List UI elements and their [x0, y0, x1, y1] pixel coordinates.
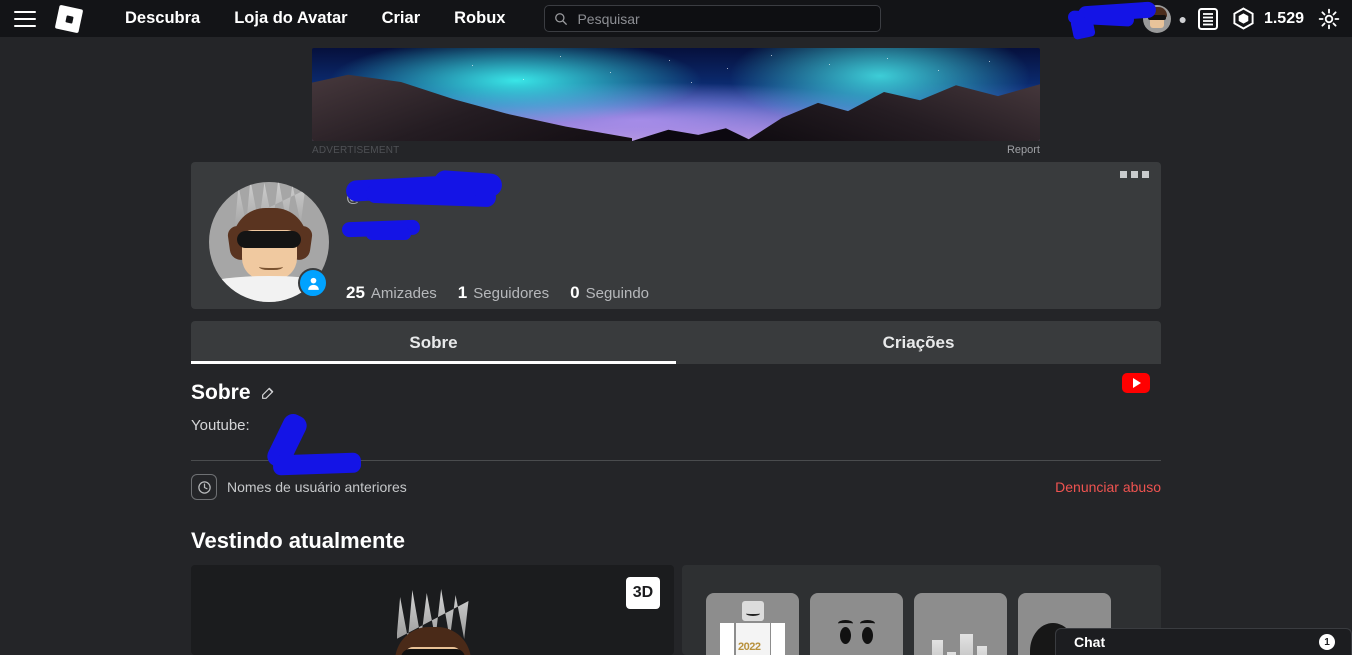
item-thumbnail-character-shirt[interactable]: 2022	[706, 593, 799, 655]
search-input[interactable]: Pesquisar	[544, 5, 882, 32]
previous-usernames-row: Nomes de usuário anteriores Denunciar ab…	[191, 460, 1161, 500]
account-name-label[interactable]: ●	[1178, 11, 1186, 27]
page-title: Sobre	[191, 381, 251, 404]
youtube-icon[interactable]	[1122, 373, 1150, 393]
profile-stats: 25 Amizades 1 Seguidores 0 Seguindo	[346, 283, 1161, 303]
search-icon	[555, 12, 568, 25]
top-navigation-bar: Descubra Loja do Avatar Criar Robux Pesq…	[0, 0, 1352, 41]
nav-item-criar[interactable]: Criar	[365, 9, 438, 28]
stat-seguindo-value: 0	[570, 283, 580, 302]
profile-header-card: @ 25 Amizades 1 Seguidores 0 Seguindo	[191, 162, 1161, 309]
stat-amizades-value: 25	[346, 283, 365, 302]
about-description: Youtube:	[191, 417, 250, 434]
advertisement-label: ADVERTISEMENT	[312, 144, 400, 156]
edit-pencil-icon[interactable]	[260, 385, 276, 401]
hamburger-menu-icon[interactable]	[14, 10, 36, 27]
robux-balance[interactable]: 1.529	[1264, 10, 1304, 28]
nav-item-descubra[interactable]: Descubra	[108, 9, 217, 28]
view-3d-button[interactable]: 3D	[626, 577, 660, 609]
roblox-logo-icon[interactable]	[54, 4, 84, 33]
item-thumbnail-face-eyes[interactable]	[810, 593, 903, 655]
currently-wearing-title: Vestindo atualmente	[191, 528, 405, 553]
stat-seguidores-label: Seguidores	[473, 285, 550, 302]
profile-avatar-wrapper	[209, 182, 329, 302]
header-right-group: ● 1.529	[1143, 0, 1344, 37]
profile-username: @	[346, 189, 362, 206]
stat-seguidores[interactable]: 1 Seguidores	[458, 283, 549, 303]
report-abuse-link[interactable]: Denunciar abuso	[1055, 479, 1161, 495]
tab-sobre-label: Sobre	[409, 332, 458, 352]
stat-seguindo-label: Seguindo	[585, 285, 650, 302]
previous-usernames-button[interactable]: Nomes de usuário anteriores	[191, 474, 407, 500]
history-clock-icon	[191, 474, 217, 500]
tab-sobre[interactable]: Sobre	[191, 321, 676, 364]
chat-label: Chat	[1074, 634, 1106, 650]
profile-names: @	[346, 189, 1161, 247]
avatar-render-figure	[373, 589, 493, 655]
item-year-label: 2022	[738, 641, 761, 653]
chat-unread-badge: 1	[1319, 634, 1335, 650]
item-thumbnail-accessory[interactable]	[914, 593, 1007, 655]
previous-usernames-label: Nomes de usuário anteriores	[227, 479, 407, 495]
stat-seguidores-value: 1	[457, 283, 468, 302]
stat-amizades-label: Amizades	[370, 285, 437, 302]
about-header: Sobre	[191, 381, 1161, 405]
list-icon[interactable]	[1193, 4, 1223, 34]
three-dots-icon[interactable]	[1120, 171, 1149, 178]
avatar-render-panel[interactable]: 3D	[191, 565, 674, 655]
person-status-icon[interactable]	[298, 268, 328, 298]
search-placeholder: Pesquisar	[577, 10, 640, 27]
advertisement-banner[interactable]	[312, 48, 1040, 141]
avatar[interactable]	[1143, 4, 1172, 33]
nav-item-robux[interactable]: Robux	[437, 9, 522, 28]
advertisement-report-link[interactable]: Report	[1007, 144, 1040, 156]
chat-widget[interactable]: Chat 1	[1055, 628, 1352, 655]
about-section: Sobre Youtube:	[191, 364, 1161, 476]
currently-wearing-grid: 3D 2022	[191, 565, 1161, 655]
robux-icon[interactable]	[1229, 4, 1259, 34]
profile-tabs: Sobre Criações	[191, 321, 1161, 364]
advertisement-block: ADVERTISEMENT Report	[312, 48, 1040, 157]
tab-criacoes-label: Criações	[882, 332, 955, 352]
stat-amizades[interactable]: 25 Amizades	[346, 283, 437, 303]
main-nav: Descubra Loja do Avatar Criar Robux	[108, 9, 522, 28]
nav-item-loja-do-avatar[interactable]: Loja do Avatar	[217, 9, 364, 28]
tab-criacoes[interactable]: Criações	[676, 321, 1161, 364]
page-content: ADVERTISEMENT Report @ 25 Amizades 1 Seg…	[0, 48, 1352, 655]
stat-seguindo[interactable]: 0 Seguindo	[570, 283, 649, 303]
gear-icon[interactable]	[1314, 4, 1344, 34]
